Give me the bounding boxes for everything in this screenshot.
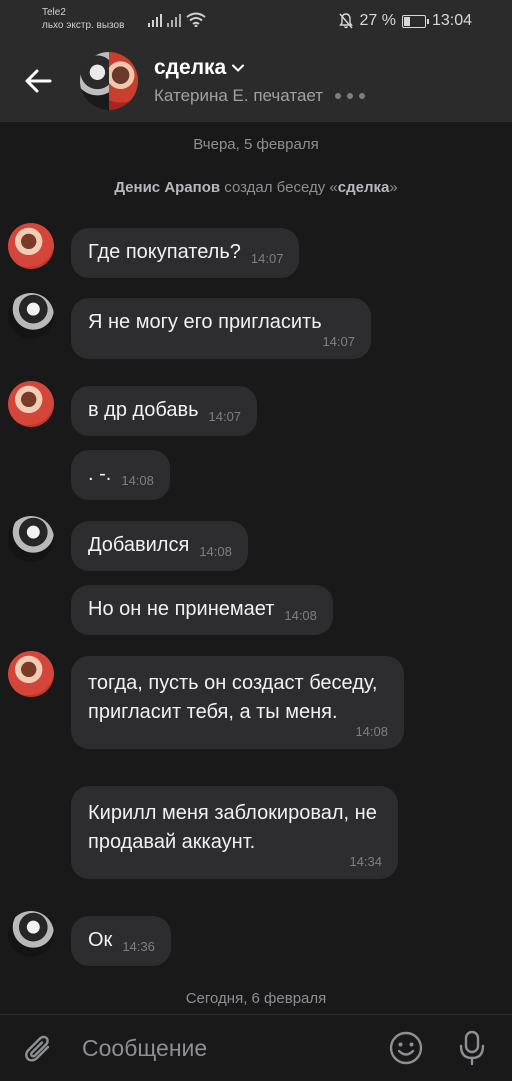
signal-icon: [148, 13, 162, 27]
message-bubble[interactable]: в др добавь 14:07: [71, 386, 258, 436]
bell-off-icon: [339, 13, 354, 29]
message-input[interactable]: Сообщение: [82, 1035, 207, 1062]
status-right: 27 % 13:04: [339, 12, 472, 30]
service-chat-name: сделка: [337, 179, 390, 196]
message-time: 14:34: [349, 854, 382, 869]
message-text: Ок: [88, 929, 113, 951]
battery-icon: [401, 14, 429, 28]
typing-indicator: Катерина Е. печатает: [154, 86, 366, 106]
message-time: 14:07: [322, 334, 355, 349]
message-text: Добавился: [88, 534, 190, 556]
signal-icon: [167, 13, 181, 27]
message-time: 14:07: [250, 251, 284, 266]
message-time: 14:08: [121, 473, 154, 488]
avatar[interactable]: [8, 381, 54, 427]
chat-header: сделка Катерина Е. печатает: [0, 40, 512, 122]
message-bubble[interactable]: Ок 14:36: [71, 916, 171, 966]
typing-text: Катерина Е. печатает: [154, 86, 324, 105]
date-separator: Сегодня, 6 февраля: [185, 990, 327, 1007]
avatar[interactable]: [8, 293, 54, 339]
avatar[interactable]: [8, 651, 54, 697]
chat-title[interactable]: сделка: [154, 56, 245, 80]
service-action: создал беседу «: [220, 179, 338, 196]
service-author[interactable]: Денис Арапов: [114, 179, 220, 196]
message-text: . -.: [88, 463, 112, 485]
network-icons: [148, 12, 206, 27]
battery-percent: 27 %: [359, 12, 396, 29]
wifi-icon: [186, 12, 206, 27]
message-bubble[interactable]: тогда, пусть он создаст беседу, пригласи…: [71, 656, 404, 749]
paperclip-icon[interactable]: [24, 1033, 54, 1065]
message-bubble[interactable]: Но он не принемает 14:08: [71, 585, 333, 635]
message-composer: Сообщение: [0, 1014, 512, 1081]
chevron-down-icon: [232, 64, 245, 72]
carrier-info: Tele2 льхо экстр. вызов: [42, 6, 124, 32]
avatar[interactable]: [8, 911, 54, 957]
message-time: 14:08: [284, 608, 317, 623]
message-time: 14:07: [208, 409, 242, 424]
clock: 13:04: [431, 12, 472, 29]
avatar[interactable]: [8, 223, 54, 269]
message-bubble[interactable]: Кирилл меня заблокировал, не продавай ак…: [71, 786, 398, 879]
message-text: Где покупатель?: [88, 241, 241, 263]
avatar[interactable]: [8, 516, 54, 562]
carrier-subtext: льхо экстр. вызов: [42, 20, 125, 31]
message-bubble[interactable]: Добавился 14:08: [71, 521, 248, 571]
service-message: Денис Арапов создал беседу «сделка»: [0, 179, 512, 196]
status-bar: Tele2 льхо экстр. вызов 27 % 13:04: [0, 0, 512, 40]
date-separator: Вчера, 5 февраля: [193, 136, 319, 153]
chat-title-text: сделка: [154, 56, 227, 79]
message-text: Но он не принемает: [88, 598, 275, 620]
message-bubble[interactable]: Где покупатель? 14:07: [71, 228, 300, 278]
carrier-name: Tele2: [42, 7, 66, 18]
typing-dots-icon: [335, 93, 366, 99]
message-time: 14:08: [199, 544, 232, 559]
message-time: 14:08: [355, 724, 388, 739]
message-text: тогда, пусть он создаст беседу, пригласи…: [88, 672, 384, 723]
service-end: »: [389, 179, 398, 196]
message-text: Я не могу его пригласить: [88, 311, 322, 333]
message-bubble[interactable]: . -. 14:08: [71, 450, 170, 500]
message-bubble[interactable]: Я не могу его пригласить 14:07: [71, 298, 371, 359]
smile-icon[interactable]: [388, 1030, 424, 1066]
microphone-icon[interactable]: [456, 1029, 488, 1067]
message-time: 14:36: [122, 939, 155, 954]
chat-avatar[interactable]: [80, 52, 138, 110]
message-text: в др добавь: [88, 399, 199, 421]
arrow-left-icon[interactable]: [22, 64, 56, 98]
message-text: Кирилл меня заблокировал, не продавай ак…: [88, 802, 383, 853]
